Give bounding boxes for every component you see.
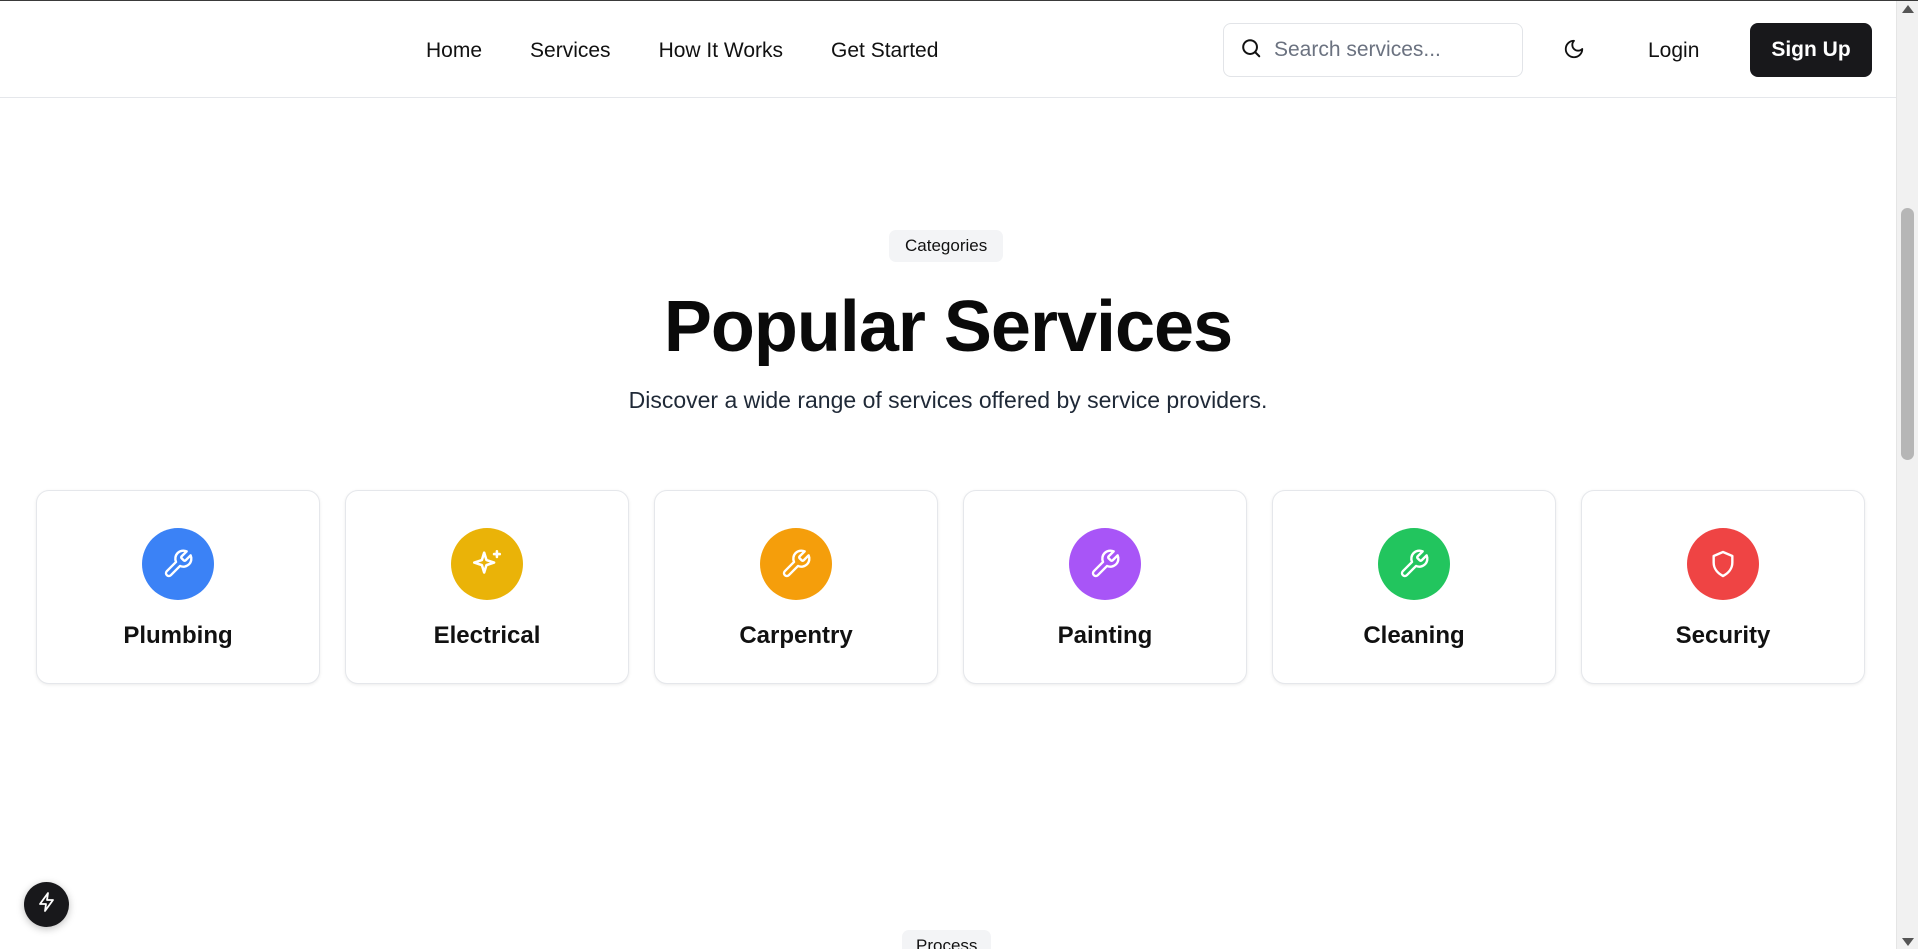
nav-get-started-link[interactable]: Get Started [831, 39, 938, 63]
service-cards: Plumbing Electrical Carpentry Painting C… [36, 490, 1865, 684]
signup-button[interactable]: Sign Up [1750, 23, 1872, 77]
wrench-icon [142, 528, 214, 600]
nav-services-link[interactable]: Services [530, 39, 611, 63]
wrench-icon [760, 528, 832, 600]
section-badge: Categories [889, 230, 1004, 262]
wrench-icon [1069, 528, 1141, 600]
service-label: Electrical [433, 622, 541, 649]
search-input[interactable] [1274, 38, 1504, 62]
scroll-up-arrow-icon[interactable] [1902, 5, 1914, 13]
nav-how-it-works-link[interactable]: How It Works [659, 39, 783, 63]
top-navbar: Home Services How It Works Get Started L… [0, 1, 1896, 98]
floating-action-button[interactable] [24, 882, 69, 927]
shield-icon [1687, 528, 1759, 600]
theme-toggle-button[interactable] [1554, 31, 1594, 71]
service-card-electrical[interactable]: Electrical [345, 490, 629, 684]
service-card-security[interactable]: Security [1581, 490, 1865, 684]
wrench-icon [1378, 528, 1450, 600]
scroll-down-arrow-icon[interactable] [1902, 938, 1914, 946]
service-label: Plumbing [123, 622, 233, 649]
nav-home-link[interactable]: Home [426, 39, 482, 63]
login-button[interactable]: Login [1648, 29, 1699, 73]
service-card-cleaning[interactable]: Cleaning [1272, 490, 1556, 684]
section-title: Popular Services [663, 287, 1233, 367]
scrollbar-thumb[interactable] [1901, 208, 1914, 460]
lightning-icon [35, 890, 59, 919]
service-card-carpentry[interactable]: Carpentry [654, 490, 938, 684]
service-card-plumbing[interactable]: Plumbing [36, 490, 320, 684]
page: Home Services How It Works Get Started L… [0, 0, 1918, 949]
main-nav: Home Services How It Works Get Started [426, 1, 938, 101]
service-label: Carpentry [739, 622, 853, 649]
sparkles-icon [451, 528, 523, 600]
service-label: Cleaning [1363, 622, 1465, 649]
section-subtitle: Discover a wide range of services offere… [628, 387, 1268, 413]
process-section-badge: Process [902, 930, 992, 949]
page-scrollbar[interactable] [1896, 1, 1918, 949]
service-label: Painting [1057, 622, 1153, 649]
moon-icon [1563, 38, 1585, 65]
search-icon [1240, 37, 1262, 64]
service-label: Security [1675, 622, 1771, 649]
search-box[interactable] [1223, 23, 1523, 77]
service-card-painting[interactable]: Painting [963, 490, 1247, 684]
